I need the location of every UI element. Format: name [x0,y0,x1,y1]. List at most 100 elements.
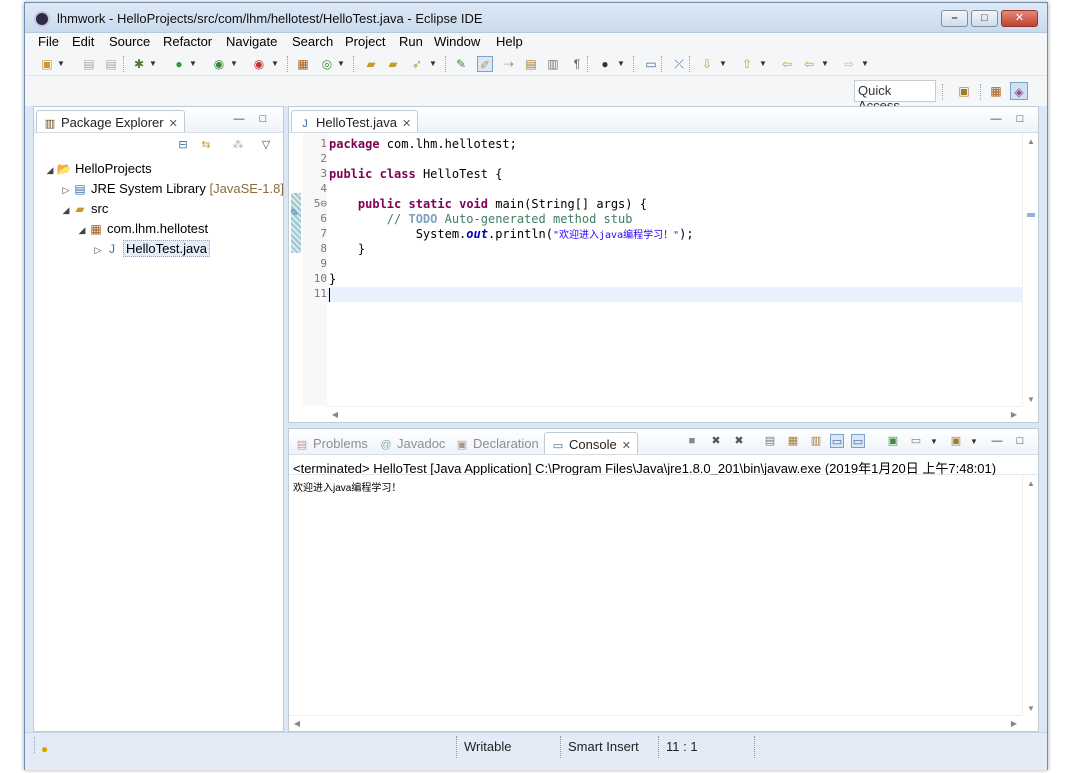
tree-item-package[interactable]: ◢ ▦ com.lhm.hellotest [76,219,209,240]
close-button[interactable]: ✕ [1001,10,1038,27]
editor-horizontal-scrollbar[interactable]: ◀ ▶ [327,406,1022,422]
external-tools-icon[interactable]: ◉ [251,56,267,72]
tree-item-java-file[interactable]: ▷ J HelloTest.java [92,239,210,259]
show-on-stdout-icon[interactable]: ▭ [830,434,844,448]
console-horizontal-scrollbar[interactable]: ◀ ▶ [289,715,1022,731]
remove-all-terminated-icon[interactable]: ✖ [732,434,746,448]
search-icon[interactable]: ➶ [409,56,425,72]
run-dropdown-icon[interactable]: ▼ [189,57,197,71]
menu-navigate[interactable]: Navigate [226,34,277,49]
tab-javadoc[interactable]: @ Javadoc [373,432,451,454]
block-selection-icon[interactable]: ⇢ [501,56,517,72]
console-vertical-scrollbar[interactable]: ▲ ▼ [1022,475,1038,715]
annotation-icon[interactable]: ✎ [453,56,469,72]
minimize-view-icon[interactable]: — [990,434,1004,448]
pilcrow-icon[interactable]: ¶ [569,56,585,72]
word-wrap-icon[interactable]: ▥ [545,56,561,72]
user-icon[interactable]: ● [597,56,613,72]
new-java-package-icon[interactable]: ▦ [295,56,311,72]
scroll-lock-icon[interactable]: ▦ [786,434,800,448]
show-whitespace-icon[interactable]: ▤ [523,56,539,72]
tree-item-project[interactable]: ◢ 📂 HelloProjects [44,159,152,179]
menu-window[interactable]: Window [434,34,480,49]
previous-annotation-dropdown-icon[interactable]: ▼ [759,57,767,71]
open-console-icon[interactable]: ▣ [949,434,963,448]
open-perspective-icon[interactable]: ▣ [955,82,973,100]
line-number-fold[interactable]: 5⊖ [303,197,327,210]
expanded-icon[interactable]: ◢ [44,160,56,180]
skip-breakpoints-icon[interactable]: ⤫ [671,56,687,72]
tree-item-src[interactable]: ◢ ▰ src [60,199,109,219]
menu-project[interactable]: Project [345,34,385,49]
back-icon[interactable]: ⇦ [801,56,817,72]
view-menu-icon[interactable]: ▽ [259,138,273,152]
code-text-area[interactable]: package com.lhm.hellotest; public class … [327,133,1022,406]
collapse-all-icon[interactable]: ⊟ [176,138,190,152]
user-dropdown-icon[interactable]: ▼ [617,57,625,71]
menu-edit[interactable]: Edit [72,34,94,49]
run-icon[interactable]: ● [171,56,187,72]
tab-package-explorer[interactable]: ▥ Package Explorer ✕ [36,110,185,132]
minimize-button[interactable]: – [941,10,968,27]
menu-source[interactable]: Source [109,34,150,49]
display-console-icon[interactable]: ▭ [909,434,923,448]
console-output-area[interactable]: 欢迎进入java编程学习！ ▲ ▼ ◀ ▶ [289,475,1038,731]
menu-help[interactable]: Help [496,34,523,49]
task-marker-icon[interactable]: ✎ [290,208,302,220]
minimize-editor-icon[interactable]: — [989,112,1003,126]
forward-icon[interactable]: ⇨ [841,56,857,72]
tab-problems[interactable]: ▤ Problems [289,432,374,454]
scroll-down-icon[interactable]: ▼ [1023,704,1039,713]
lightbulb-icon[interactable]: ● [41,742,53,756]
coverage-icon[interactable]: ◉ [211,56,227,72]
expanded-icon[interactable]: ◢ [76,220,88,240]
close-tab-icon[interactable]: ✕ [169,118,178,130]
pin-console-icon[interactable]: ▣ [886,434,900,448]
display-console-dropdown-icon[interactable]: ▼ [930,435,938,449]
forward-dropdown-icon[interactable]: ▼ [861,57,869,71]
open-console-dropdown-icon[interactable]: ▼ [970,435,978,449]
maximize-view-icon[interactable]: □ [1013,434,1027,448]
close-tab-icon[interactable]: ✕ [402,118,411,130]
previous-annotation-icon[interactable]: ⇧ [739,56,755,72]
new-icon[interactable]: ▣ [39,56,55,72]
scroll-right-icon[interactable]: ▶ [1006,719,1022,728]
clear-console-icon[interactable]: ▤ [763,434,777,448]
maximize-editor-icon[interactable]: □ [1013,112,1027,126]
tab-declaration[interactable]: ▣ Declaration [449,432,545,454]
open-type-icon[interactable]: ▰ [363,56,379,72]
tab-hellotest-java[interactable]: J HelloTest.java ✕ [291,110,419,132]
word-wrap-icon[interactable]: ▥ [809,434,823,448]
last-edit-location-icon[interactable]: ⇦ [779,56,795,72]
scroll-left-icon[interactable]: ◀ [289,719,305,728]
collapsed-icon[interactable]: ▷ [92,240,104,260]
scroll-up-icon[interactable]: ▲ [1023,479,1039,488]
monitor-icon[interactable]: ▭ [643,56,659,72]
next-annotation-dropdown-icon[interactable]: ▼ [719,57,727,71]
tab-console[interactable]: ▭ Console ✕ [544,432,638,454]
menu-run[interactable]: Run [399,34,423,49]
menu-search[interactable]: Search [292,34,333,49]
scroll-down-icon[interactable]: ▼ [1023,395,1039,404]
maximize-view-icon[interactable]: □ [256,112,270,126]
coverage-dropdown-icon[interactable]: ▼ [230,57,238,71]
java-perspective-icon[interactable]: ◈ [1010,82,1028,100]
search-dropdown-icon[interactable]: ▼ [429,57,437,71]
minimize-view-icon[interactable]: — [232,112,246,126]
next-annotation-icon[interactable]: ⇩ [699,56,715,72]
editor-vertical-scrollbar[interactable]: ▲ ▼ [1022,133,1038,406]
overview-marker[interactable] [1027,213,1035,217]
quick-access-input[interactable]: Quick Access [854,80,936,113]
menu-file[interactable]: File [38,34,59,49]
debug-icon[interactable]: ✱ [131,56,147,72]
java-ee-perspective-icon[interactable]: ▦ [987,82,1005,100]
scroll-up-icon[interactable]: ▲ [1023,137,1039,146]
code-editor[interactable]: ✎ 1 2 3 4 5⊖ 6 7 8 9 10 11 package com.l… [289,133,1038,422]
close-tab-icon[interactable]: ✕ [622,440,631,452]
scroll-right-icon[interactable]: ▶ [1006,410,1022,419]
remove-launch-icon[interactable]: ✖ [709,434,723,448]
new-dropdown-icon[interactable]: ▼ [57,57,65,71]
new-class-dropdown-icon[interactable]: ▼ [337,57,345,71]
menu-refactor[interactable]: Refactor [163,34,212,49]
open-task-icon[interactable]: ▰ [385,56,401,72]
